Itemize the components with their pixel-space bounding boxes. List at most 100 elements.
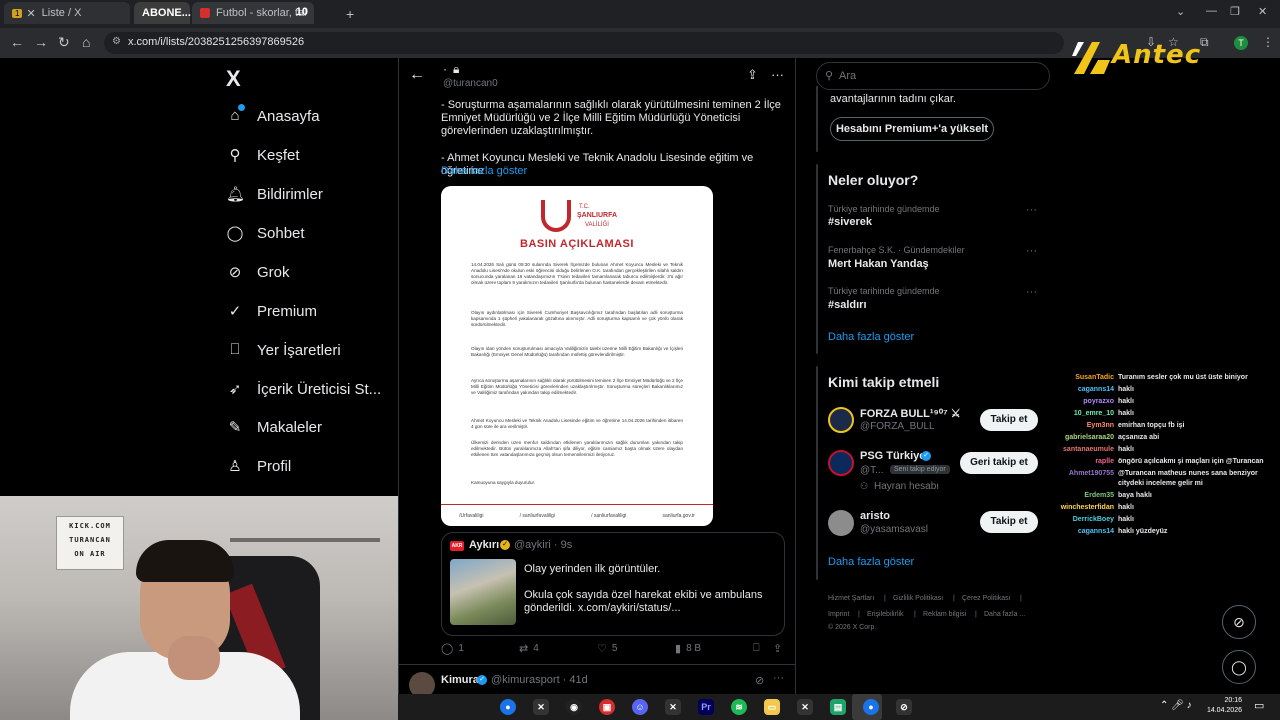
who-to-follow-show-more[interactable]: Daha fazla göster	[828, 556, 914, 568]
search-input[interactable]: ⚲ Ara	[816, 62, 1050, 90]
footer-imprint[interactable]: Imprint	[828, 611, 849, 618]
share-icon[interactable]: ⇪	[747, 67, 758, 83]
folder-icon[interactable]: ▭	[764, 699, 780, 715]
trend-more-icon[interactable]: ···	[1026, 245, 1037, 257]
trend-more-icon[interactable]: ···	[1026, 286, 1037, 298]
nav-grok[interactable]: ⊘ Grok	[226, 259, 290, 285]
wtf-name[interactable]: FORZA BULL¹⁹⁰⁷ ⚔	[860, 407, 961, 420]
nav-creator-studio[interactable]: ➶ İçerik Üreticisi St...	[226, 376, 381, 402]
reload-icon[interactable]: ↻	[58, 34, 70, 51]
chat-username[interactable]: DerrickBoey	[1040, 515, 1114, 525]
chat-username[interactable]: Ahmet190755	[1040, 469, 1114, 479]
menu-icon[interactable]: ⋮	[1262, 35, 1274, 49]
chat-username[interactable]: gabrielsaraa20	[1040, 433, 1114, 443]
chat-username[interactable]: Erdem35	[1040, 491, 1114, 501]
trend-item[interactable]: #siverek	[828, 216, 872, 228]
chat-username[interactable]: winchesterfidan	[1040, 503, 1114, 513]
nav-explore[interactable]: ⚲ Keşfet	[226, 142, 300, 168]
app-icon[interactable]: ✕	[533, 699, 549, 715]
new-tab-icon[interactable]: +	[346, 6, 354, 22]
footer-ads[interactable]: Reklam bilgisi	[923, 611, 966, 618]
chat-username[interactable]: caganns14	[1040, 385, 1114, 395]
aristo-avatar[interactable]	[828, 510, 854, 536]
repost-button[interactable]: ⇄ 4	[519, 642, 539, 655]
bookmark-button[interactable]: ⎕	[753, 642, 765, 655]
streamlabs-icon[interactable]: ▣	[599, 699, 615, 715]
stream-app-icon[interactable]: ▤	[830, 699, 846, 715]
premium-upgrade-button[interactable]: Hesabını Premium+'a yükselt	[830, 117, 994, 141]
footer-terms[interactable]: Hizmet Şartları	[828, 595, 874, 602]
chat-username[interactable]: 10_emre_10	[1040, 409, 1114, 419]
trend-item[interactable]: #saldırı	[828, 299, 867, 311]
psg-avatar[interactable]	[828, 450, 854, 476]
quote-media-thumbnail[interactable]	[450, 559, 516, 625]
minimize-icon[interactable]: —	[1206, 5, 1217, 17]
home-button-icon[interactable]: ⌂	[82, 34, 90, 50]
footer-more[interactable]: Daha fazla ...	[984, 611, 1025, 618]
trend-item[interactable]: Mert Hakan Yandaş	[828, 258, 929, 270]
forward-icon[interactable]: →	[34, 34, 48, 50]
nav-bookmarks[interactable]: ⎕ Yer İşaretleri	[226, 337, 340, 363]
footer-privacy[interactable]: Gizlilik Politikası	[893, 595, 943, 602]
share-button[interactable]: ⇪	[773, 642, 787, 655]
discord-icon[interactable]: ☺	[632, 699, 648, 715]
next-post-author[interactable]: Kimura	[441, 674, 479, 686]
restore-icon[interactable]: ❐	[1230, 5, 1240, 18]
spotify-icon[interactable]: ≋	[731, 699, 747, 715]
chrome-icon[interactable]: ●	[500, 699, 516, 715]
tab-liste-x[interactable]: 1 ✕ Liste / X	[4, 2, 130, 24]
chat-username[interactable]: Eym3nn	[1040, 421, 1114, 431]
system-tray-icons[interactable]: ⌃ 🎤︎ ♪	[1160, 700, 1192, 711]
follow-button[interactable]: Takip et	[980, 409, 1038, 431]
nav-notifications[interactable]: 🔔︎ Bildirimler	[226, 181, 323, 207]
nav-home[interactable]: ⌂ Anasayfa	[226, 103, 319, 129]
tab-abone[interactable]: ABONE...	[134, 2, 191, 24]
footer-accessibility[interactable]: Erişilebilirlik	[867, 611, 904, 618]
views-button[interactable]: ▮ 8 B	[675, 642, 701, 655]
show-more-link[interactable]: Daha fazla göster	[441, 165, 527, 177]
nav-profile[interactable]: ♙ Profil	[226, 453, 291, 479]
wtf-name[interactable]: PSG Türkiye	[860, 450, 925, 462]
grok-icon[interactable]: ⊘	[755, 674, 764, 687]
follow-button[interactable]: Takip et	[980, 511, 1038, 533]
premiere-icon[interactable]: Pr	[698, 699, 714, 715]
back-icon[interactable]: ←	[10, 34, 24, 50]
chat-username[interactable]: SusanTadic	[1040, 373, 1114, 383]
trend-more-icon[interactable]: ···	[1026, 204, 1037, 216]
chat-username[interactable]: poyrazxo	[1040, 397, 1114, 407]
more-icon[interactable]: ···	[773, 672, 784, 684]
quoted-post[interactable]: AKR Aykırı ✓ @aykiri · 9s Olay yerinden …	[441, 532, 785, 636]
nav-chat[interactable]: ◯ Sohbet	[226, 220, 305, 246]
close-window-icon[interactable]: ✕	[1258, 5, 1267, 18]
nav-premium[interactable]: ✓ Premium	[226, 298, 317, 324]
footer-cookies[interactable]: Çerez Politikası	[962, 595, 1011, 602]
more-icon[interactable]: ···	[771, 67, 784, 82]
address-bar[interactable]: ⚙ x.com/i/lists/2038251256397869526	[104, 32, 1064, 54]
reply-button[interactable]: ◯ 1	[441, 642, 464, 655]
x-logo[interactable]: X	[226, 66, 241, 92]
app-icon[interactable]: ✕	[665, 699, 681, 715]
back-arrow-icon[interactable]: ←	[409, 66, 425, 84]
obs-icon[interactable]: ◉	[566, 699, 582, 715]
wtf-name[interactable]: aristo	[860, 510, 890, 522]
chat-username[interactable]: raplle	[1040, 457, 1114, 467]
messages-fab[interactable]: ◯	[1222, 650, 1256, 684]
trends-show-more[interactable]: Daha fazla göster	[828, 331, 914, 343]
like-button[interactable]: ♡ 5	[597, 642, 617, 655]
chrome-icon[interactable]: ●	[863, 699, 879, 715]
doc-footer: /Urfavaliligi / sanliurfavaliligi / sanl…	[441, 504, 713, 526]
tab-search-icon[interactable]: ⌄	[1176, 5, 1185, 18]
chat-username[interactable]: santanaeumule	[1040, 445, 1114, 455]
nav-articles[interactable]: ✎ Makaleler	[226, 414, 322, 440]
press-release-image[interactable]: T.C. ŞANLIURFA VALİLİĞİ BASIN AÇIKLAMASI…	[441, 186, 713, 526]
chat-username[interactable]: caganns14	[1040, 527, 1114, 537]
notification-icon[interactable]: ▭	[1254, 699, 1264, 712]
app-icon[interactable]: ✕	[797, 699, 813, 715]
tab-futbol[interactable]: Futbol - skorlar, takvim & c 10	[192, 2, 314, 24]
grok-app-icon[interactable]: ⊘	[896, 699, 912, 715]
forza-bull-avatar[interactable]	[828, 407, 854, 433]
taskbar-clock[interactable]: 20:16 14.04.2026	[1198, 696, 1242, 716]
follow-back-button[interactable]: Geri takip et	[960, 452, 1038, 474]
site-info-icon[interactable]: ⚙	[112, 36, 121, 47]
grok-fab[interactable]: ⊘	[1222, 605, 1256, 639]
